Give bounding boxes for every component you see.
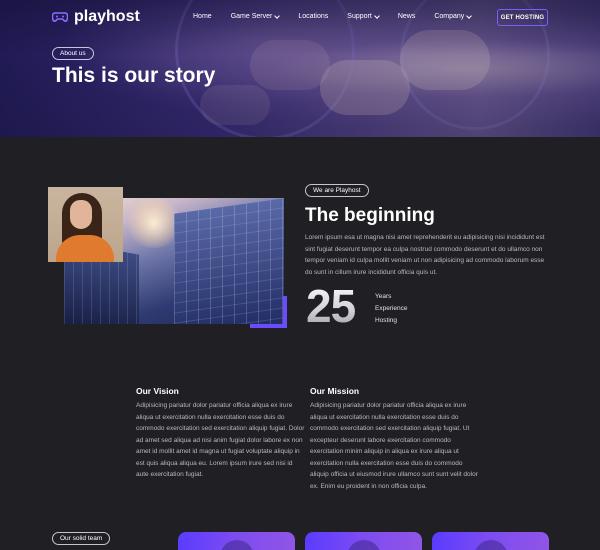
page-title: This is our story bbox=[52, 64, 216, 87]
gamepad-icon bbox=[52, 12, 68, 22]
stat-label: Experience bbox=[375, 305, 408, 312]
nav-item-game-server[interactable]: Game Server bbox=[230, 12, 281, 20]
avatar bbox=[220, 540, 254, 550]
team-card[interactable] bbox=[178, 532, 295, 550]
vision-title: Our Vision bbox=[136, 386, 179, 396]
nav-item-home[interactable]: Home bbox=[193, 13, 212, 20]
chevron-down-icon bbox=[373, 12, 380, 19]
nav-item-label: Locations bbox=[298, 13, 329, 20]
chevron-down-icon bbox=[274, 12, 281, 19]
avatar bbox=[347, 540, 381, 550]
team-card[interactable] bbox=[305, 532, 422, 550]
portrait-body bbox=[56, 235, 114, 262]
nav-item-company[interactable]: Company bbox=[434, 12, 473, 20]
top-navigation: playhost Home Game Server Locations Supp… bbox=[0, 0, 600, 36]
section-title: The beginning bbox=[305, 205, 435, 226]
nav-item-label: Support bbox=[347, 13, 372, 20]
accent-corner-decor bbox=[250, 296, 287, 328]
nav-item-news[interactable]: News bbox=[398, 13, 416, 20]
hero-tag: About us bbox=[52, 47, 94, 60]
stat-label: Hosting bbox=[375, 317, 398, 324]
about-tag: We are Playhost bbox=[305, 184, 369, 197]
portrait-image bbox=[48, 187, 123, 262]
nav-item-support[interactable]: Support bbox=[347, 12, 380, 20]
avatar bbox=[474, 540, 508, 550]
nav-item-label: News bbox=[397, 13, 416, 20]
nav-menu: Home Game Server Locations Support News … bbox=[193, 12, 490, 20]
brand-name: playhost bbox=[74, 8, 140, 25]
team-tag: Our solid team bbox=[52, 532, 111, 545]
nav-item-label: Company bbox=[434, 13, 465, 20]
about-paragraph: Lorem ipsum esa ut magna nisi amet repre… bbox=[305, 234, 545, 276]
nav-item-locations[interactable]: Locations bbox=[298, 13, 328, 20]
get-hosting-button[interactable]: GET HOSTING bbox=[497, 9, 548, 26]
stat-label: Years bbox=[375, 293, 392, 300]
mission-title: Our Mission bbox=[310, 386, 360, 396]
team-card[interactable] bbox=[432, 532, 549, 550]
nav-item-label: Home bbox=[193, 13, 212, 20]
chevron-down-icon bbox=[466, 12, 473, 19]
years-stat-number: 25 bbox=[306, 280, 356, 332]
logo[interactable]: playhost bbox=[52, 8, 140, 26]
mission-text: Adipisicing pariatur dolor pariatur offi… bbox=[310, 402, 478, 490]
portrait-face bbox=[70, 200, 92, 229]
vision-text: Adipisicing pariatur dolor pariatur offi… bbox=[136, 402, 305, 478]
nav-item-label: Game Server bbox=[230, 13, 273, 20]
